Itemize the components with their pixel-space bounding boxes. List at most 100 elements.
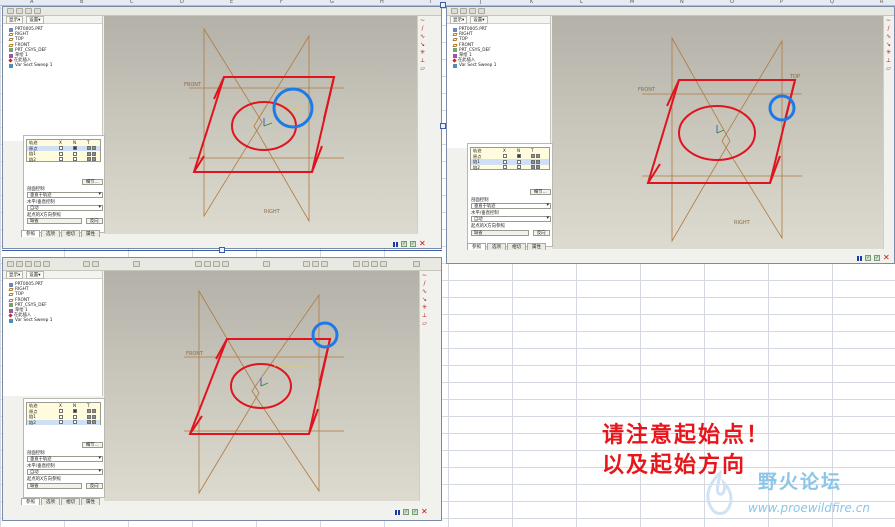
point-tool-icon[interactable]: ✳ — [420, 50, 426, 56]
layers-icon[interactable] — [469, 8, 476, 14]
folder-icon[interactable] — [460, 8, 467, 14]
cancel-icon[interactable]: ✕ — [421, 508, 428, 516]
tab-tangency[interactable]: 相切 — [61, 498, 80, 505]
column-header-R[interactable]: R — [880, 0, 883, 5]
sketch-parallelogram[interactable] — [188, 338, 332, 435]
tree-item-sweep[interactable]: Var Sect Sweep 1 — [453, 63, 550, 68]
curve-tool-icon[interactable]: ∿ — [422, 289, 428, 295]
x-checkbox[interactable] — [59, 414, 63, 419]
graphics-viewport[interactable]: FRONT TOP RIGHT — [552, 16, 883, 249]
tree-icon[interactable] — [7, 8, 14, 14]
undo-icon[interactable] — [83, 261, 90, 267]
column-header-Q[interactable]: Q — [830, 0, 834, 5]
tab-properties[interactable]: 属性 — [81, 230, 100, 237]
start-x-field[interactable]: 缺省 — [27, 483, 82, 489]
line-tool-icon[interactable]: / — [420, 26, 426, 32]
x-checkbox[interactable] — [503, 154, 507, 159]
start-x-field[interactable]: 缺省 — [27, 218, 82, 224]
preview-icon[interactable]: ✓ — [401, 241, 407, 247]
repaint-icon[interactable] — [195, 261, 202, 267]
sketch-tool-icon[interactable]: ~ — [422, 273, 428, 279]
column-header-A[interactable]: A — [30, 0, 33, 5]
n-checkbox[interactable] — [73, 151, 77, 156]
tab-options[interactable]: 选项 — [41, 230, 60, 237]
datum-axes-icon[interactable] — [362, 261, 369, 267]
n-checkbox[interactable] — [517, 154, 521, 159]
curve-tool-icon[interactable]: ∿ — [420, 34, 426, 40]
x-checkbox[interactable] — [59, 409, 63, 414]
flip-button[interactable]: 反向 — [86, 483, 103, 489]
tree-icon[interactable] — [451, 8, 458, 14]
tab-references[interactable]: 参照 — [21, 230, 40, 237]
wireframe-icon[interactable] — [303, 261, 310, 267]
cancel-icon[interactable]: ✕ — [419, 240, 426, 248]
folder-icon[interactable] — [16, 8, 23, 14]
graphics-viewport[interactable]: FRONT RIGHT — [104, 16, 417, 234]
new-icon[interactable] — [7, 261, 14, 267]
table-row[interactable]: 链2 — [27, 419, 100, 425]
csys-tool-icon[interactable]: ⟂ — [422, 313, 428, 319]
n-checkbox[interactable] — [73, 420, 77, 425]
t-checkbox[interactable] — [87, 420, 91, 425]
x-checkbox[interactable] — [59, 151, 63, 156]
t-checkbox[interactable] — [87, 146, 91, 151]
shading-icon[interactable] — [321, 261, 328, 267]
open-icon[interactable] — [16, 261, 23, 267]
t-checkbox[interactable] — [87, 157, 91, 162]
settings-menu-button[interactable]: 设置▾ — [470, 15, 488, 24]
tab-references[interactable]: 参照 — [467, 243, 486, 250]
plane-tool-icon[interactable]: ▱ — [420, 66, 426, 72]
x-checkbox[interactable] — [59, 146, 63, 151]
settings-icon[interactable] — [34, 8, 41, 14]
column-header-K[interactable]: K — [530, 0, 533, 5]
t-checkbox[interactable] — [531, 159, 535, 164]
resize-handle[interactable] — [440, 2, 446, 8]
x-checkbox[interactable] — [59, 420, 63, 425]
section-control-select[interactable]: 垂直于轨迹 — [27, 192, 103, 198]
save-icon[interactable] — [25, 261, 32, 267]
column-header-M[interactable]: M — [630, 0, 634, 5]
zoom-out-icon[interactable] — [213, 261, 220, 267]
t-checkbox[interactable] — [531, 165, 535, 170]
ok-icon[interactable]: ✓ — [874, 255, 880, 261]
table-row[interactable]: 链2 — [27, 157, 100, 163]
tab-references[interactable]: 参照 — [21, 498, 40, 505]
section-control-select[interactable]: 垂直于轨迹 — [27, 456, 103, 462]
tab-tangency[interactable]: 相切 — [61, 230, 80, 237]
column-header-L[interactable]: L — [580, 0, 583, 5]
n-checkbox[interactable] — [517, 165, 521, 170]
tab-options[interactable]: 选项 — [41, 498, 60, 505]
column-header-H[interactable]: H — [380, 0, 384, 5]
zoom-in-icon[interactable] — [204, 261, 211, 267]
layers-icon[interactable] — [25, 8, 32, 14]
refit-icon[interactable] — [222, 261, 229, 267]
hv-control-select[interactable]: 自动 — [27, 469, 103, 475]
redo-icon[interactable] — [92, 261, 99, 267]
axis-tool-icon[interactable]: ↘ — [422, 297, 428, 303]
column-header-I[interactable]: I — [430, 0, 431, 5]
sketch-tool-icon[interactable]: ~ — [886, 18, 892, 24]
tab-tangency[interactable]: 相切 — [507, 243, 526, 250]
tab-properties[interactable]: 属性 — [81, 498, 100, 505]
axis-tool-icon[interactable]: ↘ — [886, 42, 892, 48]
pause-icon[interactable] — [393, 241, 398, 247]
point-tool-icon[interactable]: ✳ — [422, 305, 428, 311]
email-icon[interactable] — [43, 261, 50, 267]
tab-options[interactable]: 选项 — [487, 243, 506, 250]
column-header-B[interactable]: B — [80, 0, 83, 5]
tree-item-sweep[interactable]: Var Sect Sweep 1 — [9, 318, 102, 323]
column-header-D[interactable]: D — [180, 0, 184, 5]
column-header-O[interactable]: O — [730, 0, 734, 5]
ok-icon[interactable]: ✓ — [410, 241, 416, 247]
column-header-C[interactable]: C — [130, 0, 134, 5]
regenerate-icon[interactable] — [133, 261, 140, 267]
settings-menu-button[interactable]: 设置▾ — [26, 15, 44, 24]
column-header-J[interactable]: J — [480, 0, 481, 5]
pause-icon[interactable] — [857, 255, 862, 261]
ok-icon[interactable]: ✓ — [412, 509, 418, 515]
column-header-P[interactable]: P — [780, 0, 783, 5]
csys-tool-icon[interactable]: ⟂ — [420, 58, 426, 64]
datum-planes-icon[interactable] — [353, 261, 360, 267]
t-checkbox[interactable] — [87, 151, 91, 156]
column-header-E[interactable]: E — [230, 0, 233, 5]
